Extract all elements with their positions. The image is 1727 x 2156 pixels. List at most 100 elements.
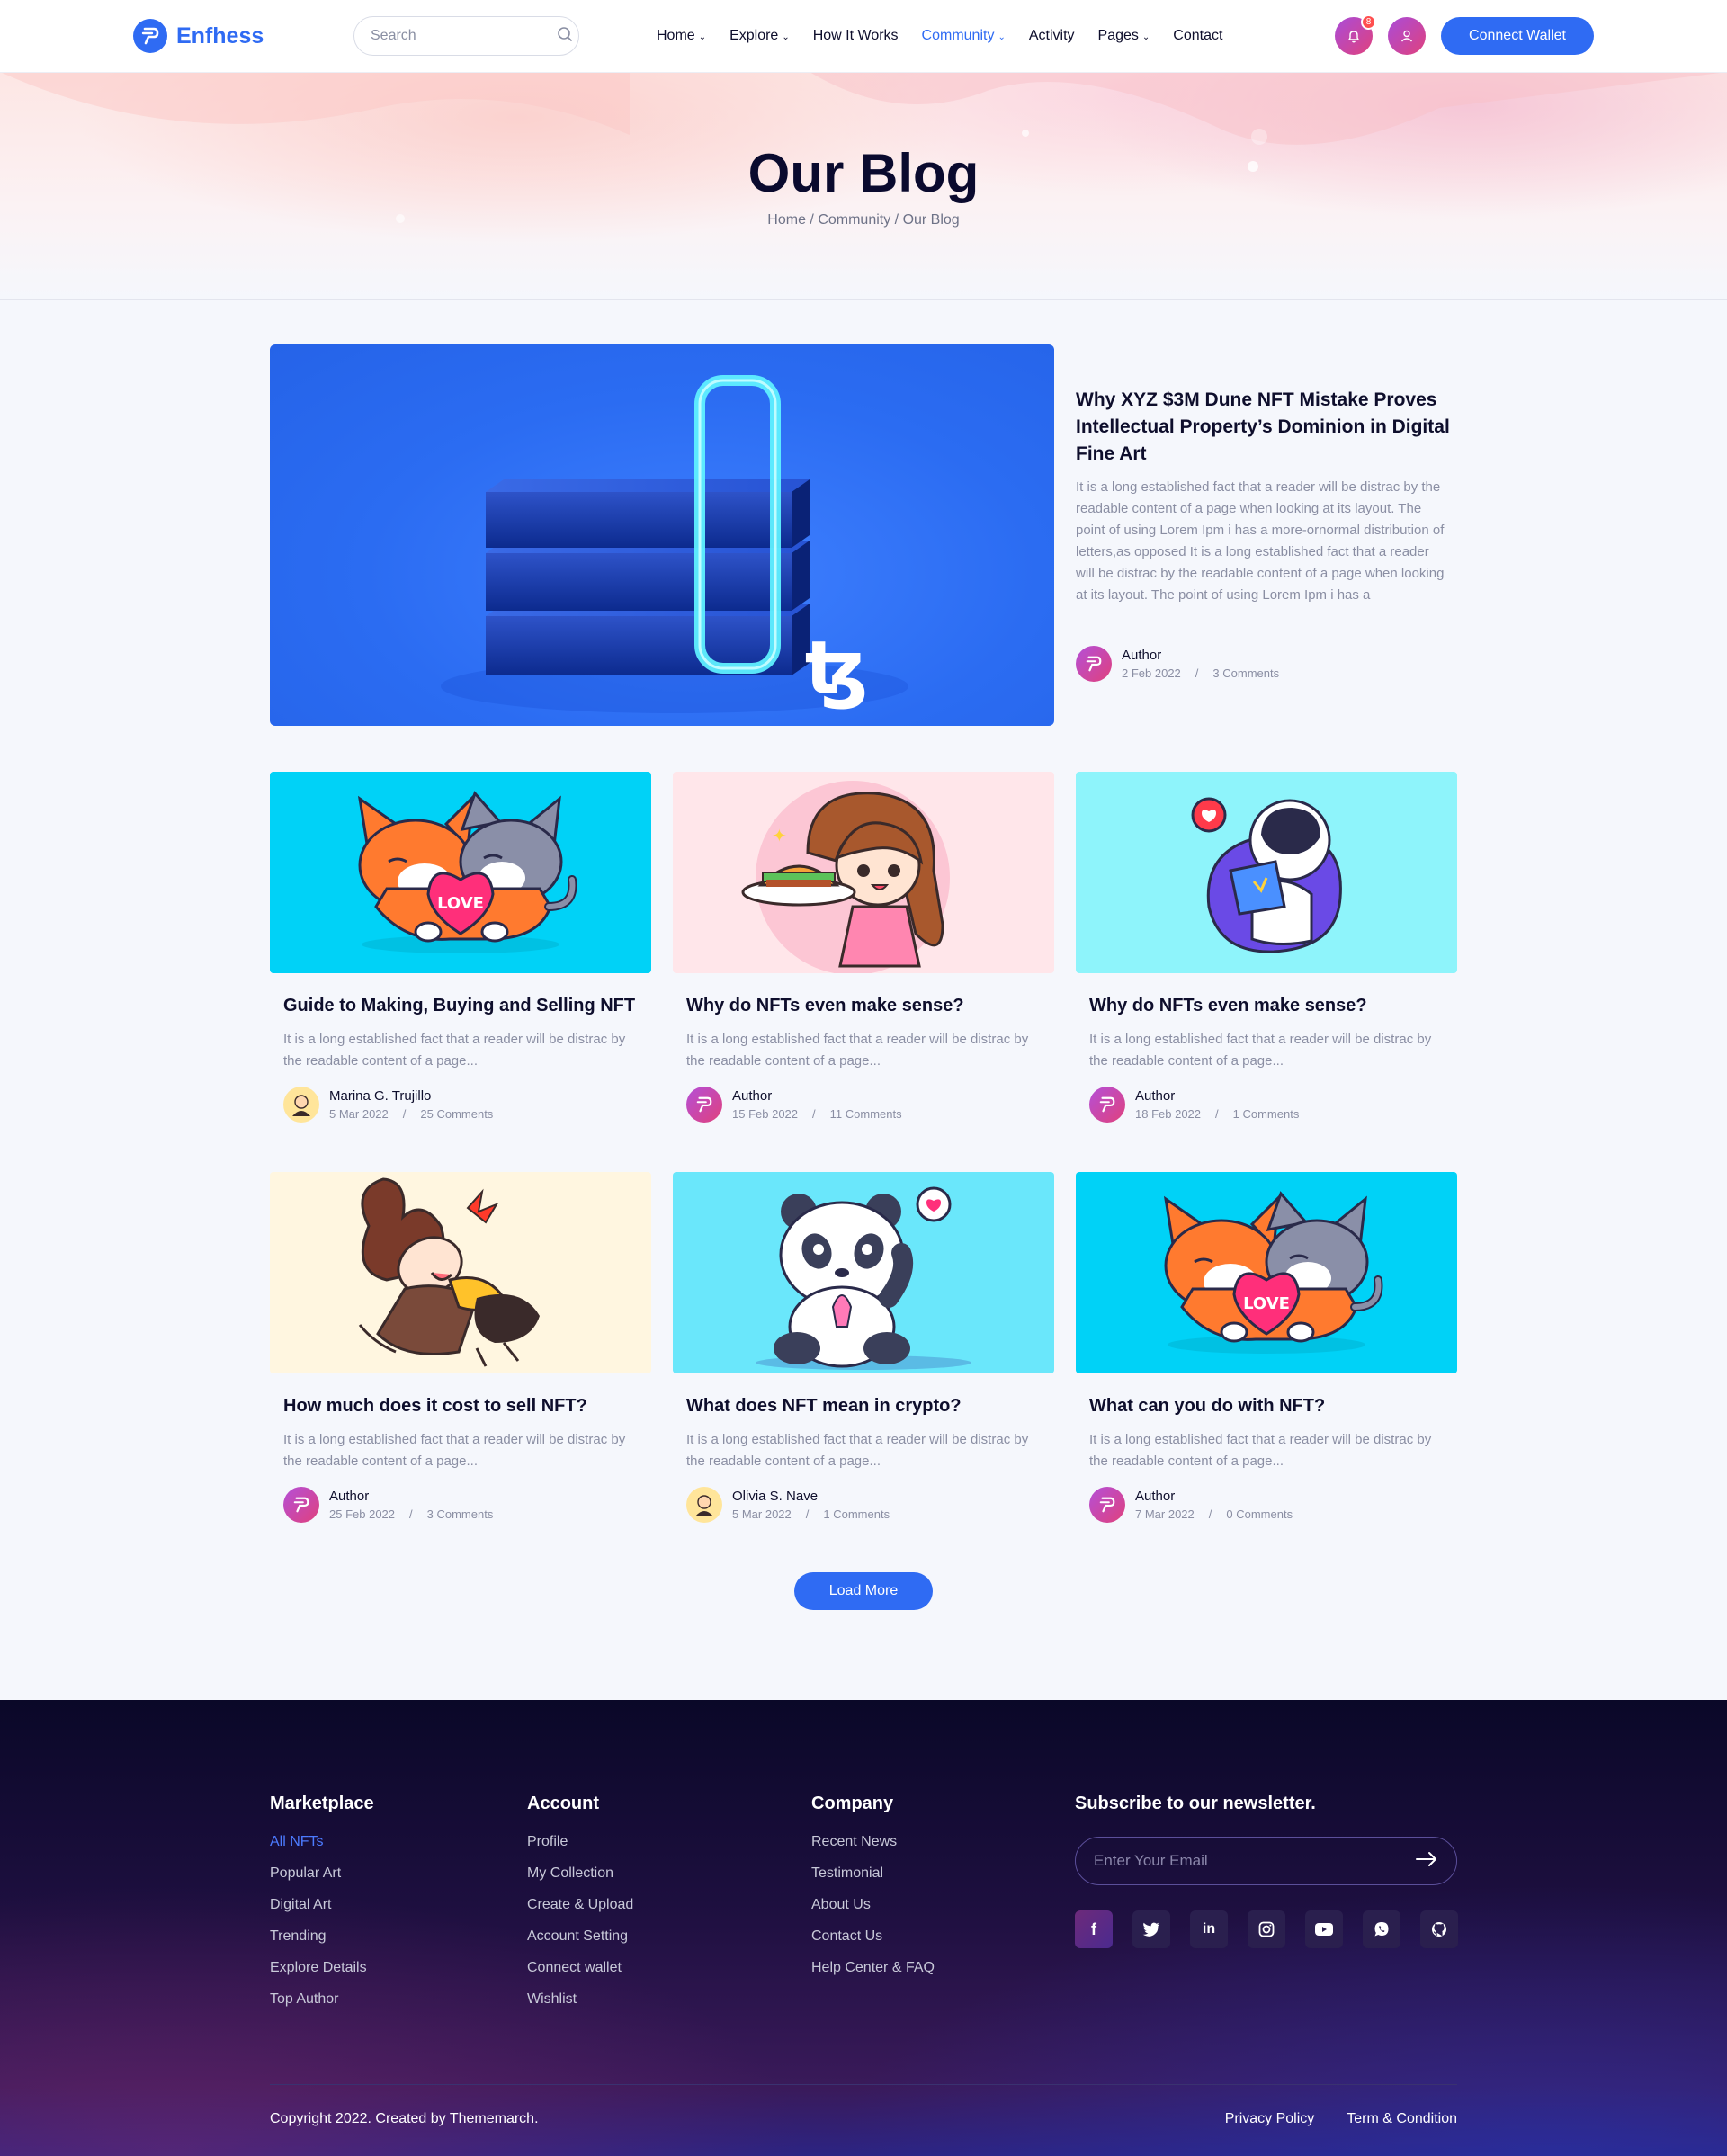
author-name[interactable]: Olivia S. Nave: [732, 1489, 890, 1504]
tezos-stack-illustration: ꜩ: [441, 375, 908, 713]
logo-icon: [133, 19, 167, 53]
brand-logo[interactable]: Enfhess: [133, 19, 264, 53]
footer-link[interactable]: Top Author: [270, 1991, 374, 2008]
load-more-button[interactable]: Load More: [794, 1572, 933, 1610]
newsletter-heading: Subscribe to our newsletter.: [1075, 1794, 1316, 1813]
blog-post-title[interactable]: What can you do with NFT?: [1076, 1396, 1457, 1417]
instagram-icon[interactable]: [1248, 1910, 1285, 1948]
post-comments[interactable]: 1 Comments: [823, 1507, 890, 1521]
terms-link[interactable]: Term & Condition: [1347, 2111, 1457, 2127]
menu-item-contact[interactable]: Contact: [1173, 28, 1222, 44]
author-name[interactable]: Author: [732, 1088, 902, 1104]
post-comments[interactable]: 0 Comments: [1226, 1507, 1293, 1521]
blog-post-card[interactable]: How much does it cost to sell NFT? It is…: [270, 1172, 651, 1523]
footer-link[interactable]: About Us: [811, 1897, 935, 1913]
footer-link[interactable]: Explore Details: [270, 1960, 374, 1976]
newsletter-email-input[interactable]: [1094, 1852, 1415, 1870]
footer-link[interactable]: Contact Us: [811, 1928, 935, 1945]
footer-col-newsletter: Subscribe to our newsletter.: [1075, 1794, 1316, 1834]
post-comments[interactable]: 3 Comments: [427, 1507, 494, 1521]
bell-icon: [1348, 31, 1359, 43]
facebook-icon[interactable]: f: [1075, 1910, 1113, 1948]
blog-post-title[interactable]: How much does it cost to sell NFT?: [270, 1396, 651, 1417]
github-icon[interactable]: [1420, 1910, 1458, 1948]
footer-link[interactable]: Help Center & FAQ: [811, 1960, 935, 1976]
author-avatar[interactable]: [1076, 646, 1112, 682]
blog-post-image[interactable]: LOVE: [270, 772, 651, 973]
twitter-icon[interactable]: [1132, 1910, 1170, 1948]
blog-post-card[interactable]: Why do NFTs even make sense? It is a lon…: [1076, 772, 1457, 1123]
footer-link[interactable]: Digital Art: [270, 1897, 374, 1913]
featured-post-title[interactable]: Why XYZ $3M Dune NFT Mistake Proves Inte…: [1076, 387, 1454, 468]
author-name[interactable]: Author: [1135, 1489, 1293, 1504]
author-avatar[interactable]: [283, 1087, 319, 1123]
blog-post-image[interactable]: [270, 1172, 651, 1373]
blog-post-title[interactable]: Why do NFTs even make sense?: [673, 996, 1054, 1016]
blog-post-author: Author 25 Feb 2022/3 Comments: [270, 1487, 651, 1523]
arrow-right-icon[interactable]: [1415, 1851, 1438, 1872]
footer-link[interactable]: My Collection: [527, 1865, 633, 1882]
post-comments[interactable]: 3 Comments: [1212, 666, 1279, 680]
footer-link[interactable]: Wishlist: [527, 1991, 633, 2008]
blog-post-title[interactable]: Guide to Making, Buying and Selling NFT: [270, 996, 651, 1016]
main-menu: Home ⌄ Explore ⌄ How It Works Community ⌄ A…: [657, 0, 1222, 72]
footer-col-company: Company Recent News Testimonial About Us…: [811, 1794, 935, 1991]
footer-link[interactable]: Profile: [527, 1834, 633, 1850]
notification-badge: 8: [1361, 14, 1376, 30]
breadcrumb-community[interactable]: Community: [818, 212, 890, 228]
post-comments[interactable]: 11 Comments: [830, 1107, 902, 1121]
author-avatar[interactable]: [686, 1487, 722, 1523]
menu-item-explore[interactable]: Explore ⌄: [729, 28, 790, 44]
author-name[interactable]: Marina G. Trujillo: [329, 1088, 493, 1104]
footer-divider: [270, 2084, 1457, 2085]
footer-link[interactable]: Account Setting: [527, 1928, 633, 1945]
menu-item-how-it-works[interactable]: How It Works: [813, 28, 899, 44]
footer-link[interactable]: Trending: [270, 1928, 374, 1945]
blog-post-image[interactable]: ✦: [673, 772, 1054, 973]
author-avatar[interactable]: [1089, 1087, 1125, 1123]
search-box: [353, 16, 579, 56]
footer-link[interactable]: All NFTs: [270, 1834, 374, 1850]
search-icon[interactable]: [557, 26, 573, 47]
post-comments[interactable]: 25 Comments: [420, 1107, 493, 1121]
blog-post-card[interactable]: LOVE What can you do with NFT? It is a l…: [1076, 1172, 1457, 1523]
post-comments[interactable]: 1 Comments: [1233, 1107, 1300, 1121]
youtube-icon[interactable]: [1305, 1910, 1343, 1948]
author-name[interactable]: Author: [1135, 1088, 1299, 1104]
menu-item-activity[interactable]: Activity: [1029, 28, 1075, 44]
menu-item-community[interactable]: Community ⌄: [922, 28, 1006, 44]
author-avatar[interactable]: [1089, 1487, 1125, 1523]
menu-item-home[interactable]: Home ⌄: [657, 28, 706, 44]
blog-post-image[interactable]: [673, 1172, 1054, 1373]
connect-wallet-button[interactable]: Connect Wallet: [1441, 17, 1594, 55]
whatsapp-icon[interactable]: [1363, 1910, 1400, 1948]
footer-link[interactable]: Create & Upload: [527, 1897, 633, 1913]
social-links: f in: [1075, 1910, 1458, 1948]
blog-post-card[interactable]: LOVE Guide to Making, Buying and Selling…: [270, 772, 651, 1123]
blog-post-title[interactable]: What does NFT mean in crypto?: [673, 1396, 1054, 1417]
author-avatar[interactable]: [686, 1087, 722, 1123]
breadcrumb-home[interactable]: Home: [767, 212, 806, 228]
footer-link[interactable]: Connect wallet: [527, 1960, 633, 1976]
blog-post-excerpt: It is a long established fact that a rea…: [686, 1432, 1029, 1469]
footer-col-marketplace: Marketplace All NFTs Popular Art Digital…: [270, 1794, 374, 2023]
menu-item-pages[interactable]: Pages ⌄: [1098, 28, 1150, 44]
blog-post-card[interactable]: ✦ Why do NFTs even make sense? It is a l…: [673, 772, 1054, 1123]
featured-post-image[interactable]: ꜩ: [270, 344, 1054, 726]
footer-link[interactable]: Testimonial: [811, 1865, 935, 1882]
author-name[interactable]: Author: [329, 1489, 493, 1504]
author-avatar[interactable]: [283, 1487, 319, 1523]
notifications-button[interactable]: 8: [1335, 14, 1376, 55]
footer-link[interactable]: Popular Art: [270, 1865, 374, 1882]
linkedin-icon[interactable]: in: [1190, 1910, 1228, 1948]
privacy-policy-link[interactable]: Privacy Policy: [1225, 2111, 1315, 2127]
footer-link[interactable]: Recent News: [811, 1834, 935, 1850]
blog-post-image[interactable]: LOVE: [1076, 1172, 1457, 1373]
search-input[interactable]: [371, 28, 557, 44]
page-title: Our Blog: [747, 143, 980, 203]
blog-post-card[interactable]: What does NFT mean in crypto? It is a lo…: [673, 1172, 1054, 1523]
author-name[interactable]: Author: [1122, 648, 1279, 663]
blog-post-image[interactable]: [1076, 772, 1457, 973]
profile-button[interactable]: [1388, 17, 1426, 55]
blog-post-title[interactable]: Why do NFTs even make sense?: [1076, 996, 1457, 1016]
